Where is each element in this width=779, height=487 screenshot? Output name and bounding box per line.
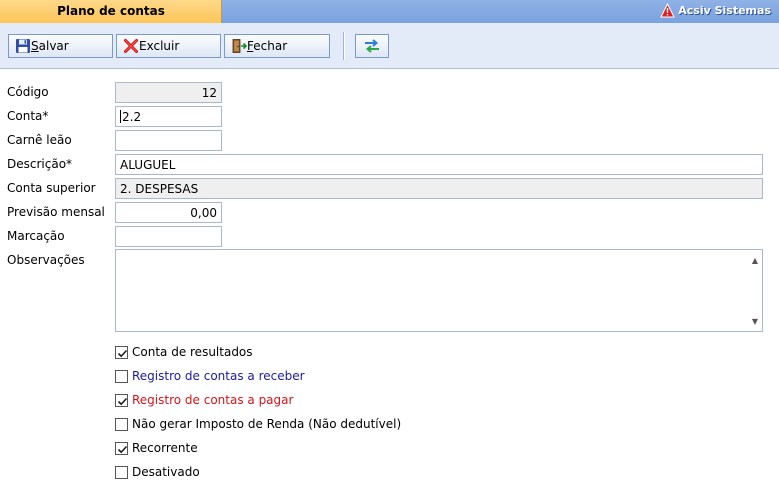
checkbox-label: Registro de contas a receber bbox=[132, 369, 305, 383]
codigo-label: Código bbox=[7, 85, 49, 99]
conta-superior-field[interactable]: 2. DESPESAS bbox=[115, 178, 763, 199]
brand-name: Acsiv Sistemas bbox=[678, 4, 771, 17]
checkbox-4[interactable]: Não gerar Imposto de Renda (Não dedutíve… bbox=[115, 417, 401, 431]
carne-leao-label: Carnê leão bbox=[7, 133, 72, 147]
previsao-mensal-label: Previsão mensal bbox=[7, 205, 105, 219]
checkbox-unchecked[interactable] bbox=[115, 369, 128, 383]
save-button[interactable]: Salvar bbox=[8, 34, 113, 58]
swap-arrows-icon bbox=[365, 39, 379, 53]
marcacao-label: Marcação bbox=[7, 229, 65, 243]
delete-button-label: Excluir bbox=[139, 39, 180, 53]
door-exit-icon bbox=[232, 39, 247, 53]
brand: Acsiv Sistemas bbox=[660, 3, 771, 18]
save-button-label: Salvar bbox=[31, 39, 69, 53]
toolbar-separator bbox=[343, 32, 345, 60]
window-title: Plano de contas bbox=[57, 4, 165, 18]
scroll-up-icon[interactable]: ▲ bbox=[752, 256, 758, 265]
checkbox-checked[interactable] bbox=[115, 441, 128, 455]
checkbox-label: Conta de resultados bbox=[132, 345, 253, 359]
descricao-label: Descrição* bbox=[7, 157, 73, 171]
red-x-icon bbox=[124, 39, 138, 53]
text-caret bbox=[120, 110, 121, 123]
checkbox-label: Desativado bbox=[132, 465, 200, 479]
toolbar: Salvar Excluir Fechar bbox=[0, 23, 779, 69]
floppy-disk-icon bbox=[16, 39, 30, 53]
title-tab[interactable]: Plano de contas bbox=[0, 0, 222, 23]
codigo-field: 12 bbox=[115, 82, 222, 103]
previsao-mensal-field[interactable]: 0,00 bbox=[115, 202, 222, 223]
checkbox-label: Recorrente bbox=[132, 441, 198, 455]
carne-leao-field[interactable] bbox=[115, 130, 222, 151]
checkbox-label: Não gerar Imposto de Renda (Não dedutíve… bbox=[132, 417, 402, 431]
checkbox-unchecked[interactable] bbox=[115, 465, 128, 479]
checkbox-unchecked[interactable] bbox=[115, 417, 128, 431]
checkbox-6[interactable]: Desativado bbox=[115, 465, 200, 479]
checkmark-icon bbox=[117, 397, 128, 405]
checkmark-icon bbox=[117, 349, 128, 357]
checkbox-label: Registro de contas a pagar bbox=[132, 393, 294, 407]
warning-triangle-icon bbox=[660, 3, 676, 18]
conta-label: Conta* bbox=[7, 109, 49, 123]
observacoes-textarea[interactable]: ▲ ▼ bbox=[115, 249, 763, 332]
checkbox-3[interactable]: Registro de contas a pagar bbox=[115, 393, 293, 407]
checkbox-checked[interactable] bbox=[115, 345, 128, 359]
title-bar: Plano de contas Acsiv Sistemas bbox=[0, 0, 779, 23]
close-button-label: Fechar bbox=[247, 39, 288, 53]
checkbox-5[interactable]: Recorrente bbox=[115, 441, 198, 455]
descricao-field[interactable]: ALUGUEL bbox=[115, 154, 763, 175]
scroll-down-icon[interactable]: ▼ bbox=[752, 317, 758, 326]
conta-superior-label: Conta superior bbox=[7, 181, 96, 195]
checkmark-icon bbox=[117, 445, 128, 453]
checkbox-checked[interactable] bbox=[115, 393, 128, 407]
checkbox-1[interactable]: Conta de resultados bbox=[115, 345, 253, 359]
swap-button[interactable] bbox=[355, 34, 389, 58]
delete-button[interactable]: Excluir bbox=[116, 34, 221, 58]
marcacao-field[interactable] bbox=[115, 226, 222, 247]
observacoes-label: Observações bbox=[7, 253, 85, 267]
checkbox-2[interactable]: Registro de contas a receber bbox=[115, 369, 305, 383]
close-button[interactable]: Fechar bbox=[224, 34, 330, 58]
conta-field[interactable]: 2.2 bbox=[115, 106, 222, 127]
